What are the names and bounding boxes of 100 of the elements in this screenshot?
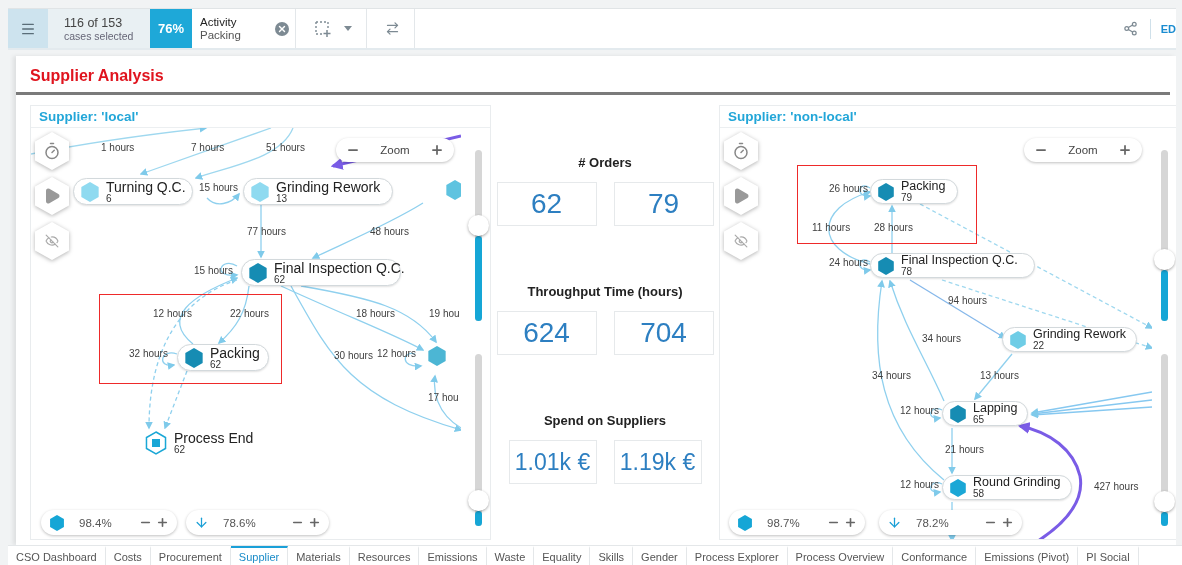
- activity-node[interactable]: Round Grinding 58: [942, 475, 1072, 500]
- node-count: 62: [274, 274, 287, 285]
- edge-label: 1 hours: [101, 142, 135, 154]
- card-title: Supplier: 'non-local': [720, 106, 1176, 128]
- node-count: 79: [901, 192, 913, 203]
- edge-label: 22 hours: [230, 308, 269, 320]
- percentage-badge: 76%: [150, 9, 192, 48]
- activity-node[interactable]: Packing 62: [177, 344, 269, 371]
- zoom-in-button[interactable]: [1118, 143, 1132, 157]
- kpi-value: 1.01k €: [508, 440, 597, 484]
- node-name: Process End: [174, 431, 254, 445]
- plus-icon: [844, 516, 857, 529]
- node-name: Grinding Rework: [1033, 328, 1127, 341]
- play-icon: [43, 187, 61, 205]
- activity-node[interactable]: Grinding Rework 13: [243, 178, 393, 205]
- activity-node[interactable]: Turning Q.C. 6: [73, 178, 193, 205]
- node-count: 62: [174, 445, 187, 455]
- edge-arrow: [206, 192, 241, 205]
- caret-icon: [344, 26, 352, 31]
- swap-icon: [385, 21, 400, 36]
- kpi-value: 624: [496, 311, 597, 355]
- edge-label: 48 hours: [370, 226, 409, 238]
- edge-label: 13 hours: [980, 370, 1019, 382]
- arrow-down-icon: [887, 515, 902, 530]
- edge-label: 18 hours: [356, 308, 395, 320]
- activity-node[interactable]: Final Inspection Q.C. 78: [870, 253, 1035, 278]
- edge-label: 26 hours: [829, 183, 868, 195]
- kpi-value: 62: [496, 182, 597, 226]
- kpi-title: # Orders: [578, 155, 632, 170]
- kpi-title: Throughput Time (hours): [527, 284, 683, 299]
- node-count: 78: [901, 266, 914, 277]
- case-count: 116 of 153: [64, 15, 124, 30]
- kpi-value: 704: [613, 311, 714, 355]
- filter-label: Activity: [200, 15, 238, 29]
- edge-label: 30 hours: [334, 350, 373, 362]
- plus-icon: [308, 516, 321, 529]
- edge-label: 51 hours: [266, 142, 305, 154]
- path-percentage: 78.2%: [915, 516, 950, 529]
- edge-label: 28 hours: [874, 222, 913, 234]
- edge-label: 21 hours: [945, 444, 984, 456]
- activity-percentage: 98.7%: [766, 516, 801, 529]
- slider-thumb[interactable]: [1154, 248, 1175, 270]
- node-name: Round Grinding: [973, 476, 1061, 489]
- clear-filter-button[interactable]: [275, 21, 289, 36]
- case-caption: cases selected: [64, 29, 135, 42]
- edge-label: 77 hours: [247, 226, 286, 238]
- edge-label: 11 hours: [812, 222, 851, 234]
- node-name: Grinding Rework: [276, 179, 381, 194]
- edge-label: 15 hours: [194, 265, 233, 277]
- edit-link[interactable]: ED: [1149, 18, 1176, 39]
- kpi-value: 1.19k €: [613, 440, 702, 484]
- edge-label: 7 hours: [191, 142, 225, 154]
- eye-off-icon: [734, 234, 748, 248]
- node-count: 6: [106, 193, 112, 204]
- node-count: 62: [210, 359, 222, 370]
- edge-label: 34 hours: [872, 370, 911, 382]
- share-icon: [1122, 21, 1138, 36]
- node-count: 58: [973, 488, 986, 499]
- page-title: Supplier Analysis: [16, 56, 1170, 95]
- tab[interactable]: Supplier: [230, 546, 289, 565]
- kpi-title: Spend on Suppliers: [543, 413, 667, 428]
- zoom-label: Zoom: [1068, 144, 1098, 156]
- node-count: 65: [973, 414, 985, 425]
- node-name: Packing: [210, 345, 260, 360]
- node-name: Lapping: [973, 402, 1018, 415]
- path-percentage: 78.6%: [222, 516, 257, 529]
- edge-label: 12 hours: [900, 405, 939, 417]
- zoom-in-button[interactable]: [430, 143, 444, 157]
- menu-button[interactable]: [8, 9, 48, 48]
- activity-node[interactable]: Lapping 65: [942, 401, 1028, 426]
- activity-node[interactable]: Grinding Rework 22: [1002, 327, 1137, 352]
- increase-button[interactable]: [1001, 516, 1014, 529]
- increase-button[interactable]: [844, 516, 857, 529]
- edge-label: 15 hours: [199, 182, 238, 194]
- increase-button[interactable]: [308, 516, 321, 529]
- slider-thumb[interactable]: [468, 214, 489, 236]
- slider-thumb[interactable]: [468, 489, 489, 511]
- activity-percentage: 98.4%: [78, 516, 113, 529]
- plus-icon: [1118, 143, 1132, 157]
- selection-icon: [314, 19, 332, 38]
- node-count: 13: [276, 193, 288, 204]
- plus-icon: [156, 516, 169, 529]
- edge-label: 12 hours: [153, 308, 192, 320]
- edge-label: 94 hours: [948, 295, 987, 307]
- edge-label: 12 hours: [377, 348, 416, 360]
- card-title: Supplier: 'local': [31, 106, 490, 128]
- node-count: 22: [1033, 340, 1045, 351]
- activity-node[interactable]: Packing 79: [870, 179, 958, 204]
- edge-label: 24 hours: [829, 257, 868, 269]
- hexagon-icon: [49, 514, 65, 531]
- edge-label: 34 hours: [922, 333, 961, 345]
- kpi-value: 79: [613, 182, 714, 226]
- stopwatch-icon: [43, 142, 61, 160]
- slider-thumb[interactable]: [1154, 491, 1175, 513]
- edge-label: 12 hours: [900, 479, 939, 491]
- edge-label: 17 hou: [428, 392, 459, 404]
- node-name: Turning Q.C.: [106, 179, 186, 194]
- eye-off-icon: [45, 234, 59, 248]
- arrow-down-icon: [194, 515, 209, 530]
- increase-button[interactable]: [156, 516, 169, 529]
